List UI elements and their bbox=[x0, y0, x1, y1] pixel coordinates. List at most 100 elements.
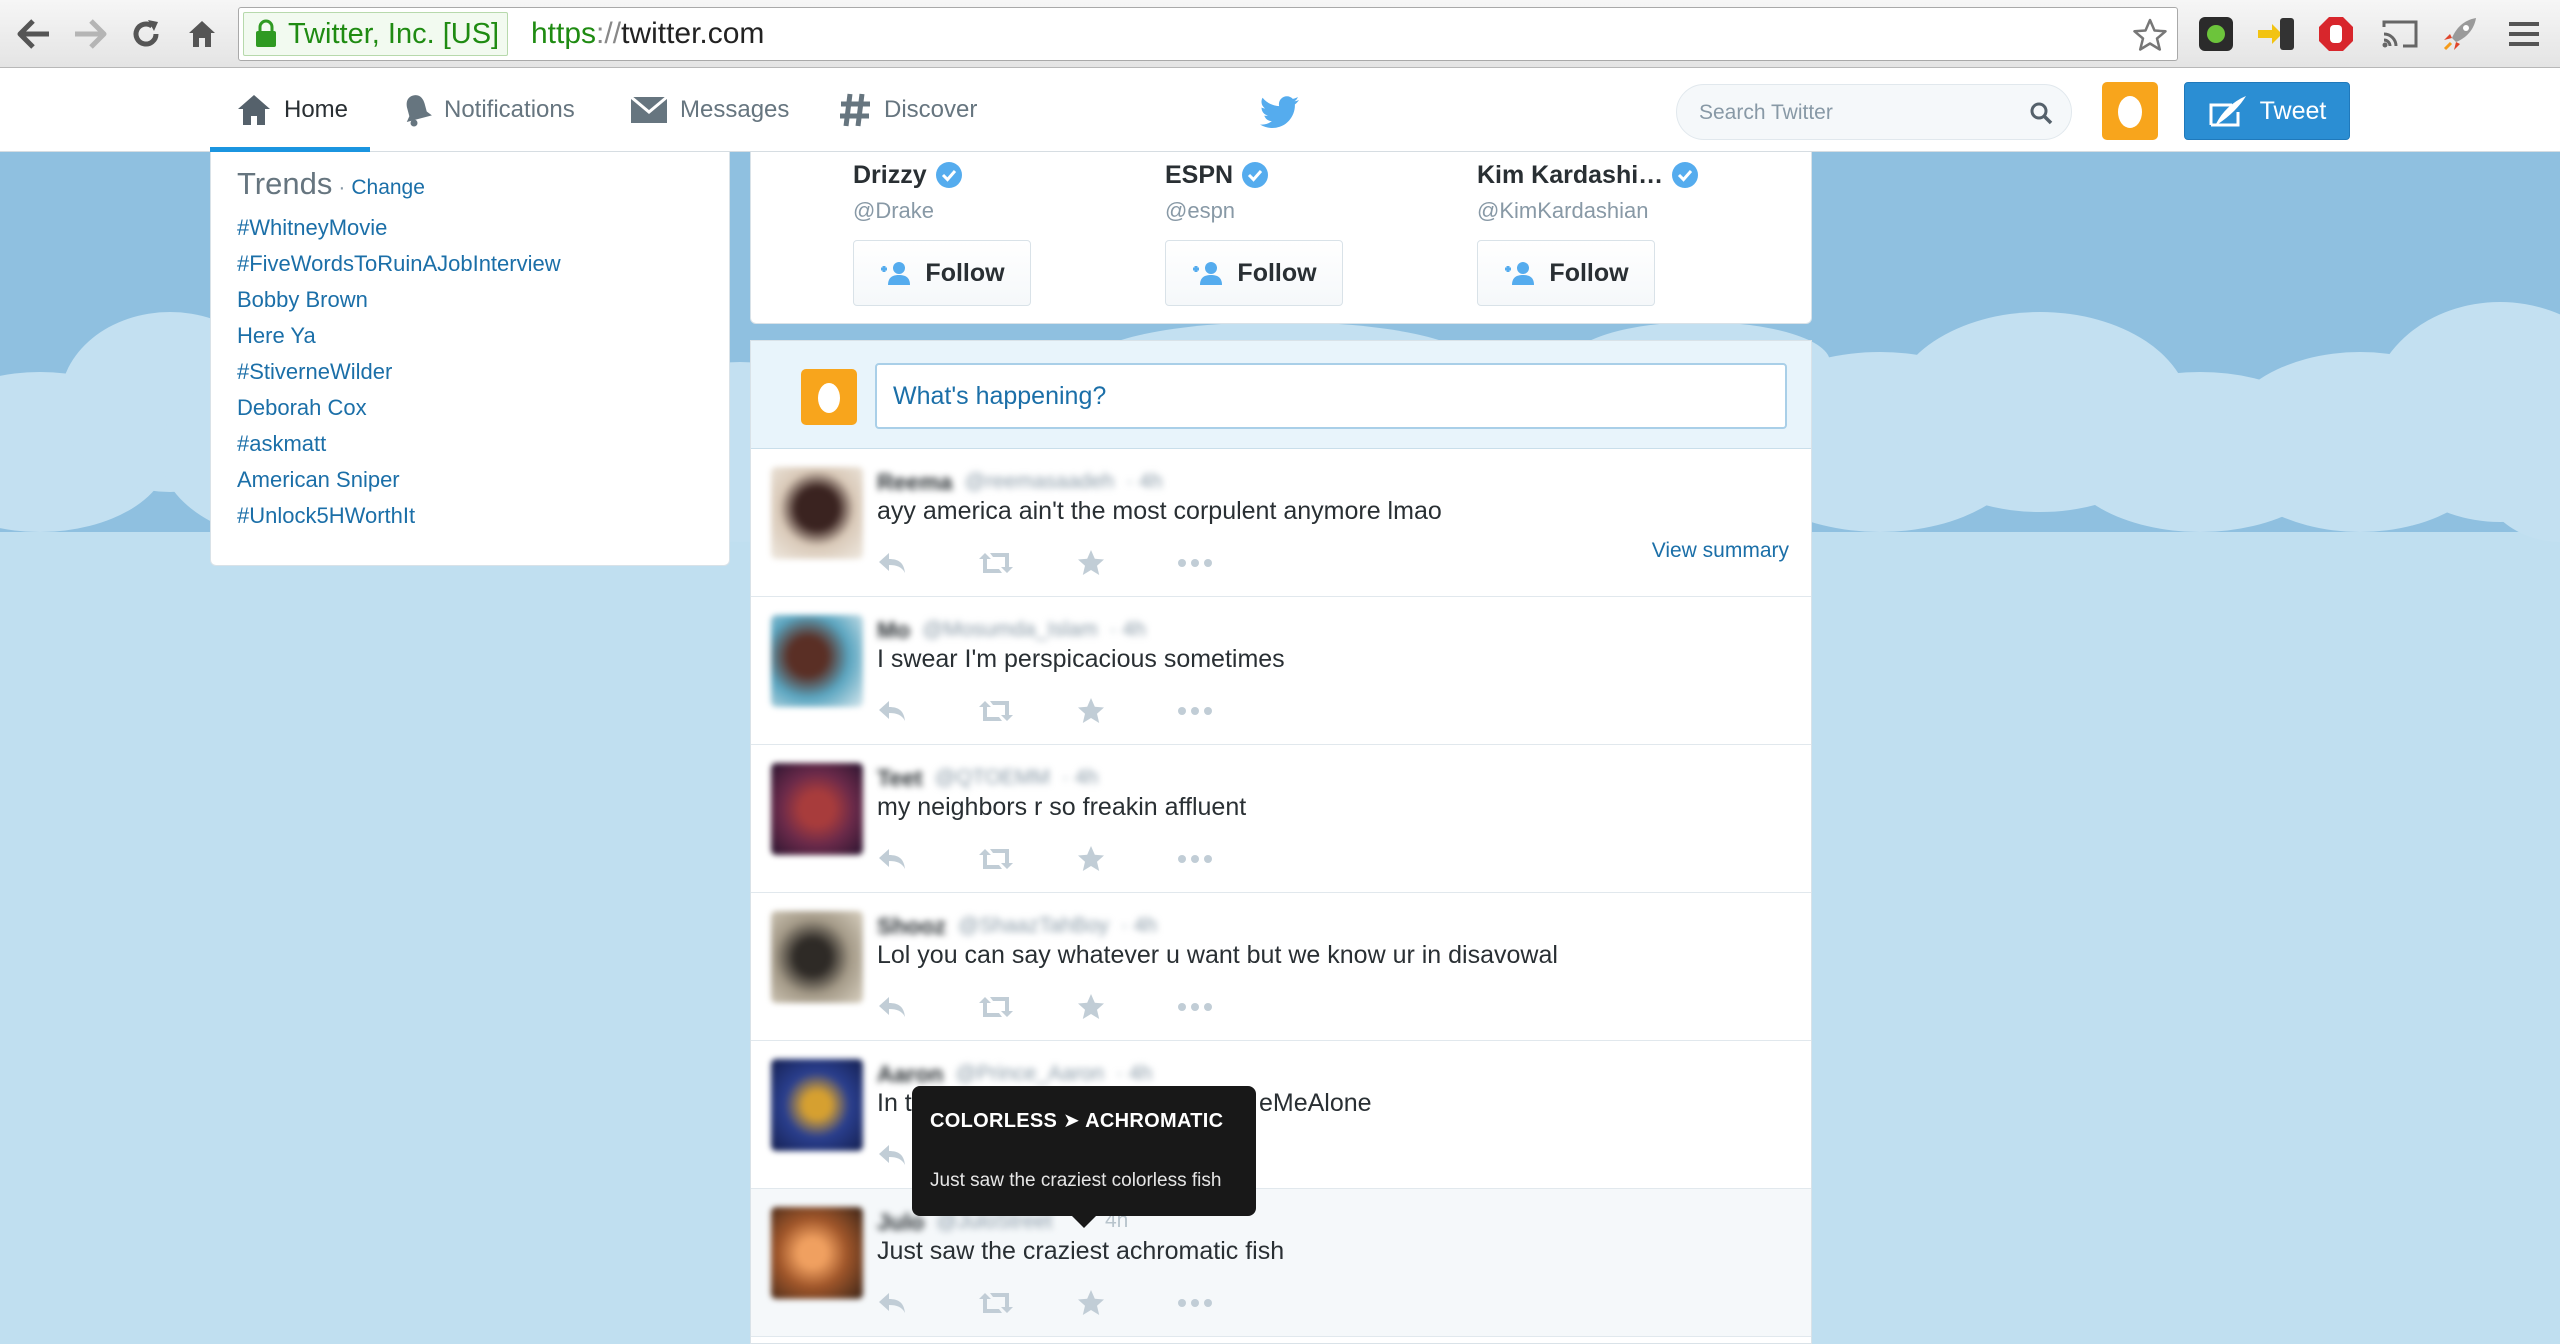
back-button[interactable] bbox=[12, 12, 56, 56]
tweet-author-name: Aaron bbox=[877, 1060, 944, 1087]
extension-green-button[interactable] bbox=[2194, 12, 2238, 56]
trend-item[interactable]: #WhitneyMovie bbox=[237, 210, 703, 246]
reply-button[interactable] bbox=[877, 693, 977, 729]
trend-item[interactable]: Deborah Cox bbox=[237, 390, 703, 426]
tweet-text-start: In t bbox=[877, 1089, 912, 1117]
tweet-author[interactable]: Teet @QTOEMM · 4h bbox=[877, 763, 1098, 793]
trend-item[interactable]: #askmatt bbox=[237, 426, 703, 462]
new-tweet-button[interactable]: Tweet bbox=[2184, 82, 2350, 140]
retweet-icon bbox=[979, 701, 1013, 721]
browser-toolbar: Twitter, Inc. [US] https://twitter.com bbox=[0, 0, 2560, 68]
home-timeline: What's happening? Reema @reemasaadeh · 4h … bbox=[750, 340, 1812, 1344]
more-button[interactable] bbox=[1177, 841, 1277, 877]
retweet-button[interactable] bbox=[977, 841, 1077, 877]
more-button[interactable] bbox=[1177, 1285, 1277, 1321]
trend-item[interactable]: #Unlock5HWorthIt bbox=[237, 498, 703, 534]
tab-notifications[interactable]: Notifications bbox=[402, 68, 575, 152]
tweet[interactable]: Julo @JuloStreet 4h Just saw the craziest… bbox=[751, 1189, 1811, 1337]
reply-button[interactable] bbox=[877, 1285, 977, 1321]
follow-button[interactable]: Follow bbox=[1477, 240, 1655, 306]
tweet-actions bbox=[877, 693, 1277, 729]
reload-button[interactable] bbox=[124, 12, 168, 56]
trend-item[interactable]: Bobby Brown bbox=[237, 282, 703, 318]
cast-button[interactable] bbox=[2378, 12, 2422, 56]
retweet-button[interactable] bbox=[977, 989, 1077, 1025]
extension-phone-button[interactable] bbox=[2254, 12, 2298, 56]
more-dots-icon bbox=[1178, 1299, 1212, 1307]
favorite-button[interactable] bbox=[1077, 841, 1177, 877]
bookmark-star-icon[interactable] bbox=[2133, 18, 2167, 52]
favorite-button[interactable] bbox=[1077, 693, 1177, 729]
suggested-user-handle: @Drake bbox=[853, 198, 935, 223]
send-to-phone-icon bbox=[2258, 18, 2294, 50]
retweet-button[interactable] bbox=[977, 545, 1077, 581]
more-button[interactable] bbox=[1177, 545, 1277, 581]
reply-button[interactable] bbox=[877, 545, 977, 581]
address-bar[interactable]: Twitter, Inc. [US] https://twitter.com bbox=[238, 7, 2178, 61]
more-button[interactable] bbox=[1177, 989, 1277, 1025]
favorite-button[interactable] bbox=[1077, 1285, 1177, 1321]
suggested-user-name[interactable]: ESPN bbox=[1165, 152, 1465, 198]
compose-tweet-input[interactable]: What's happening? bbox=[875, 363, 1787, 429]
tweet-author[interactable]: Mo @Mosumda_Islam · 4h bbox=[877, 615, 1146, 645]
search-input[interactable] bbox=[1699, 97, 2019, 129]
reply-button[interactable] bbox=[877, 989, 977, 1025]
ev-certificate-badge[interactable]: Twitter, Inc. [US] bbox=[243, 12, 509, 56]
tweet[interactable]: Teet @QTOEMM · 4h my neighbors r so freaki… bbox=[751, 745, 1811, 893]
tweet-author-avatar[interactable] bbox=[771, 1059, 863, 1151]
favorite-button[interactable] bbox=[1077, 989, 1177, 1025]
more-button[interactable] bbox=[1177, 693, 1277, 729]
trend-item[interactable]: American Sniper bbox=[237, 462, 703, 498]
url-text[interactable]: https://twitter.com bbox=[531, 16, 764, 52]
retweet-button[interactable] bbox=[977, 1285, 1077, 1321]
tweet[interactable]: Shooz @ShaazTahBoy · 4h Lol you can say wh… bbox=[751, 893, 1811, 1041]
tweet-author-avatar[interactable] bbox=[771, 763, 863, 855]
follow-button[interactable]: Follow bbox=[853, 240, 1031, 306]
search-field[interactable] bbox=[1676, 84, 2072, 140]
tweet-author-handle: @QTOEMM bbox=[934, 766, 1051, 789]
trends-title: Trends bbox=[237, 166, 333, 201]
suggested-user-name[interactable]: Kim Kardashi… bbox=[1477, 152, 1777, 198]
envelope-icon bbox=[630, 95, 668, 123]
trend-item[interactable]: #FiveWordsToRuinAJobInterview bbox=[237, 246, 703, 282]
favorite-button[interactable] bbox=[1077, 545, 1177, 581]
trend-item[interactable]: Here Ya bbox=[237, 318, 703, 354]
tweet-time: · 4h bbox=[1116, 1062, 1153, 1085]
trend-item[interactable]: #StiverneWilder bbox=[237, 354, 703, 390]
url-scheme: https bbox=[531, 17, 597, 50]
tweet-author-avatar[interactable] bbox=[771, 467, 863, 559]
rocket-icon bbox=[2443, 18, 2476, 51]
tweet[interactable]: Reema @reemasaadeh · 4h ayy america ain't … bbox=[751, 449, 1811, 597]
view-summary-link[interactable]: View summary bbox=[1652, 539, 1789, 563]
follow-button[interactable]: Follow bbox=[1165, 240, 1343, 306]
tab-home[interactable]: Home bbox=[210, 68, 370, 152]
tweet[interactable]: Mo @Mosumda_Islam · 4h I swear I'm perspic… bbox=[751, 597, 1811, 745]
profile-avatar-button[interactable] bbox=[2102, 82, 2158, 140]
composer-avatar bbox=[801, 369, 857, 425]
extension-rocket-button[interactable] bbox=[2438, 12, 2482, 56]
search-icon[interactable] bbox=[2029, 101, 2053, 125]
star-icon bbox=[1078, 550, 1104, 575]
retweet-button[interactable] bbox=[977, 693, 1077, 729]
follow-user-plus-icon bbox=[1193, 262, 1223, 285]
tweet-author-name: Mo bbox=[877, 616, 911, 643]
tweet[interactable]: Aaron @Prince_Aaron · 4h In t eMeAlone bbox=[751, 1041, 1811, 1189]
suggested-user-name[interactable]: Drizzy bbox=[853, 152, 1153, 198]
twitter-bird-logo-icon[interactable] bbox=[1260, 96, 1300, 128]
tab-discover[interactable]: Discover bbox=[838, 68, 977, 152]
forward-button[interactable] bbox=[68, 12, 112, 56]
home-browser-button[interactable] bbox=[180, 12, 224, 56]
reply-button[interactable] bbox=[877, 841, 977, 877]
security-badge-label: Twitter, Inc. [US] bbox=[288, 17, 500, 50]
tweet-author-avatar[interactable] bbox=[771, 615, 863, 707]
tweet-author-avatar[interactable] bbox=[771, 1207, 863, 1299]
tweet-author[interactable]: Aaron @Prince_Aaron · 4h bbox=[877, 1059, 1152, 1089]
trends-change-link[interactable]: Change bbox=[351, 176, 425, 200]
follow-user-plus-icon bbox=[1505, 262, 1535, 285]
tab-messages[interactable]: Messages bbox=[630, 68, 789, 152]
tweet-author-avatar[interactable] bbox=[771, 911, 863, 1003]
tweet-author[interactable]: Reema @reemasaadeh · 4h bbox=[877, 467, 1162, 497]
browser-menu-button[interactable] bbox=[2502, 12, 2546, 56]
extension-adblock-button[interactable] bbox=[2314, 12, 2358, 56]
tweet-author[interactable]: Shooz @ShaazTahBoy · 4h bbox=[877, 911, 1157, 941]
